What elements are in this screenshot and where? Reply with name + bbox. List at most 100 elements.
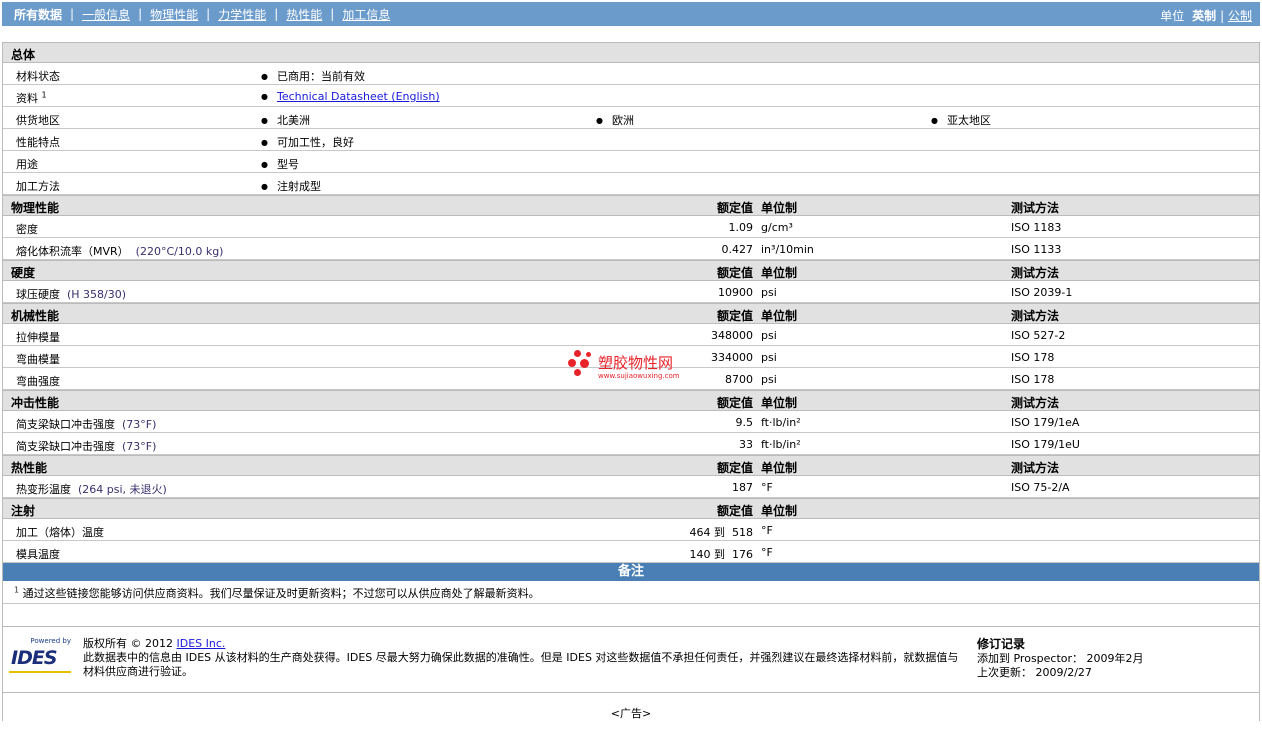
col-header-method: 测试方法 <box>1011 396 1060 410</box>
revision-updated: 上次更新： 2009/2/27 <box>977 666 1092 679</box>
table-row: 熔化体积流率（MVR） (220°C/10.0 kg) 0.427 in³/10mi… <box>3 238 1259 260</box>
watermark: 塑胶物性网 www.sujiaowuxing.com <box>568 350 698 384</box>
row-label: 熔化体积流率（MVR） (220°C/10.0 kg) <box>16 243 223 259</box>
value: 464 到 518 <box>689 526 753 539</box>
col-header-unit: 单位制 <box>761 504 798 518</box>
property-name: 拉伸模量 <box>16 331 60 344</box>
disclaimer: 此数据表中的信息由 IDES 从该材料的生产商处获得。IDES 尽最大努力确保此… <box>83 651 959 678</box>
col-header-unit: 单位制 <box>761 201 798 215</box>
bullet-item: 已商用：当前有效 <box>261 68 365 84</box>
datasheet-link[interactable]: Technical Datasheet (English) <box>277 90 440 103</box>
property-name: 加工（熔体）温度 <box>16 526 104 539</box>
unit: ft·lb/in² <box>761 438 801 451</box>
tab-mechanical[interactable]: 力学性能 <box>218 6 266 23</box>
section-title: 冲击性能 <box>11 396 60 410</box>
section-header: 硬度 额定值 单位制 测试方法 <box>3 260 1259 281</box>
row-label: 弯曲强度 <box>16 373 64 389</box>
tab-general[interactable]: 一般信息 <box>82 6 130 23</box>
table-row: 加工（熔体）温度 464 到 518 °F <box>3 519 1259 541</box>
row-label: 密度 <box>16 221 42 237</box>
value: 9.5 <box>735 416 754 429</box>
test-condition: (73°F) <box>122 418 157 431</box>
property-name: 模具温度 <box>16 548 60 561</box>
copyright-block: 版权所有 © 2012 IDES Inc. 此数据表中的信息由 IDES 从该材… <box>83 637 963 679</box>
property-name: 弯曲模量 <box>16 353 60 366</box>
section-header: 物理性能 额定值 单位制 测试方法 <box>3 195 1259 216</box>
section-title: 机械性能 <box>11 309 60 323</box>
logo-name: IDES <box>11 647 58 669</box>
table-row: 密度 1.09 g/cm³ ISO 1183 <box>3 216 1259 238</box>
nav-bar: 所有数据 | 一般信息 | 物理性能 | 力学性能 | 热性能 | 加工信息 单位 英制 |… <box>2 2 1260 26</box>
table-row: 球压硬度 (H 358/30) 10900 psi ISO 2039-1 <box>3 281 1259 303</box>
unit: psi <box>761 373 777 386</box>
bullet-item: 型号 <box>261 156 299 172</box>
test-condition: (220°C/10.0 kg) <box>135 245 224 258</box>
row-label: 供货地区 <box>16 114 60 127</box>
company-link[interactable]: IDES Inc. <box>177 637 226 650</box>
property-name: 球压硬度 <box>16 288 60 301</box>
row-label: 资料 1 <box>16 90 47 106</box>
ad-placeholder[interactable]: <广告> <box>3 693 1259 721</box>
row-label: 用途 <box>16 158 38 171</box>
revision-title: 修订记录 <box>977 637 1026 651</box>
separator: | <box>330 7 335 21</box>
table-row: 供货地区 北美洲 欧洲 亚太地区 <box>3 107 1259 129</box>
unit: °F <box>761 481 773 494</box>
revision-added: 添加到 Prospector： 2009年2月 <box>977 652 1144 665</box>
table-row: 简支梁缺口冲击强度 (73°F) 9.5 ft·lb/in² ISO 179/1eA <box>3 411 1259 433</box>
col-header-value: 额定值 <box>716 461 753 475</box>
col-header-value: 额定值 <box>716 396 753 410</box>
tab-thermal[interactable]: 热性能 <box>286 6 322 23</box>
test-method: ISO 2039-1 <box>1011 286 1073 299</box>
table-row: 加工方法 注射成型 <box>3 173 1259 195</box>
test-method: ISO 179/1eA <box>1011 416 1080 429</box>
property-name: 简支梁缺口冲击强度 <box>16 440 115 453</box>
test-method: ISO 178 <box>1011 373 1055 386</box>
test-method: ISO 75-2/A <box>1011 481 1070 494</box>
footnote-ref: 1 <box>41 90 47 100</box>
value: 334000 <box>711 351 753 364</box>
unit-label: 单位 <box>1160 9 1185 23</box>
tab-all-data[interactable]: 所有数据 <box>14 6 62 23</box>
section-title: 硬度 <box>11 266 36 280</box>
section-header: 机械性能 额定值 单位制 测试方法 <box>3 303 1259 324</box>
col-header-method: 测试方法 <box>1011 201 1060 215</box>
section-header: 热性能 额定值 单位制 测试方法 <box>3 455 1259 476</box>
bullet-item: Technical Datasheet (English) <box>261 90 440 103</box>
test-condition: (264 psi, 未退火) <box>78 483 167 496</box>
separator: | <box>274 7 279 21</box>
section-title: 热性能 <box>11 461 48 475</box>
row-label: 加工（熔体）温度 <box>16 524 108 540</box>
property-name: 弯曲强度 <box>16 375 60 388</box>
table-row: 模具温度 140 到 176 °F <box>3 541 1259 563</box>
separator: | <box>206 7 211 21</box>
unit: g/cm³ <box>761 221 793 234</box>
row-label: 性能特点 <box>16 136 60 149</box>
value: 1.09 <box>728 221 754 234</box>
col-header-value: 额定值 <box>716 309 753 323</box>
footnote: 1 通过这些链接您能够访问供应商资料。我们尽量保证及时更新资料；不过您可以从供应… <box>3 581 1259 604</box>
value: 187 <box>732 481 753 494</box>
section-title: 物理性能 <box>11 201 60 215</box>
unit-metric-link[interactable]: 公制 <box>1228 9 1252 23</box>
bullet-item: 可加工性，良好 <box>261 134 354 150</box>
tab-processing[interactable]: 加工信息 <box>342 6 390 23</box>
col-header-method: 测试方法 <box>1011 461 1060 475</box>
label-text: 资料 <box>16 92 38 105</box>
watermark-name: 塑胶物性网 <box>598 354 674 372</box>
bullet-item: 注射成型 <box>261 178 321 194</box>
test-method: ISO 1183 <box>1011 221 1062 234</box>
unit: psi <box>761 286 777 299</box>
row-label: 加工方法 <box>16 180 60 193</box>
unit: psi <box>761 329 777 342</box>
table-row: 用途 型号 <box>3 151 1259 173</box>
table-row: 性能特点 可加工性，良好 <box>3 129 1259 151</box>
tab-physical[interactable]: 物理性能 <box>150 6 198 23</box>
row-label: 简支梁缺口冲击强度 (73°F) <box>16 416 156 432</box>
row-label: 拉伸模量 <box>16 329 64 345</box>
col-header-value: 额定值 <box>716 504 753 518</box>
section-header: 注射 额定值 单位制 <box>3 498 1259 519</box>
unit: °F <box>761 524 773 537</box>
table-row: 热变形温度 (264 psi, 未退火) 187 °F ISO 75-2/A <box>3 476 1259 498</box>
test-condition: (73°F) <box>122 440 157 453</box>
